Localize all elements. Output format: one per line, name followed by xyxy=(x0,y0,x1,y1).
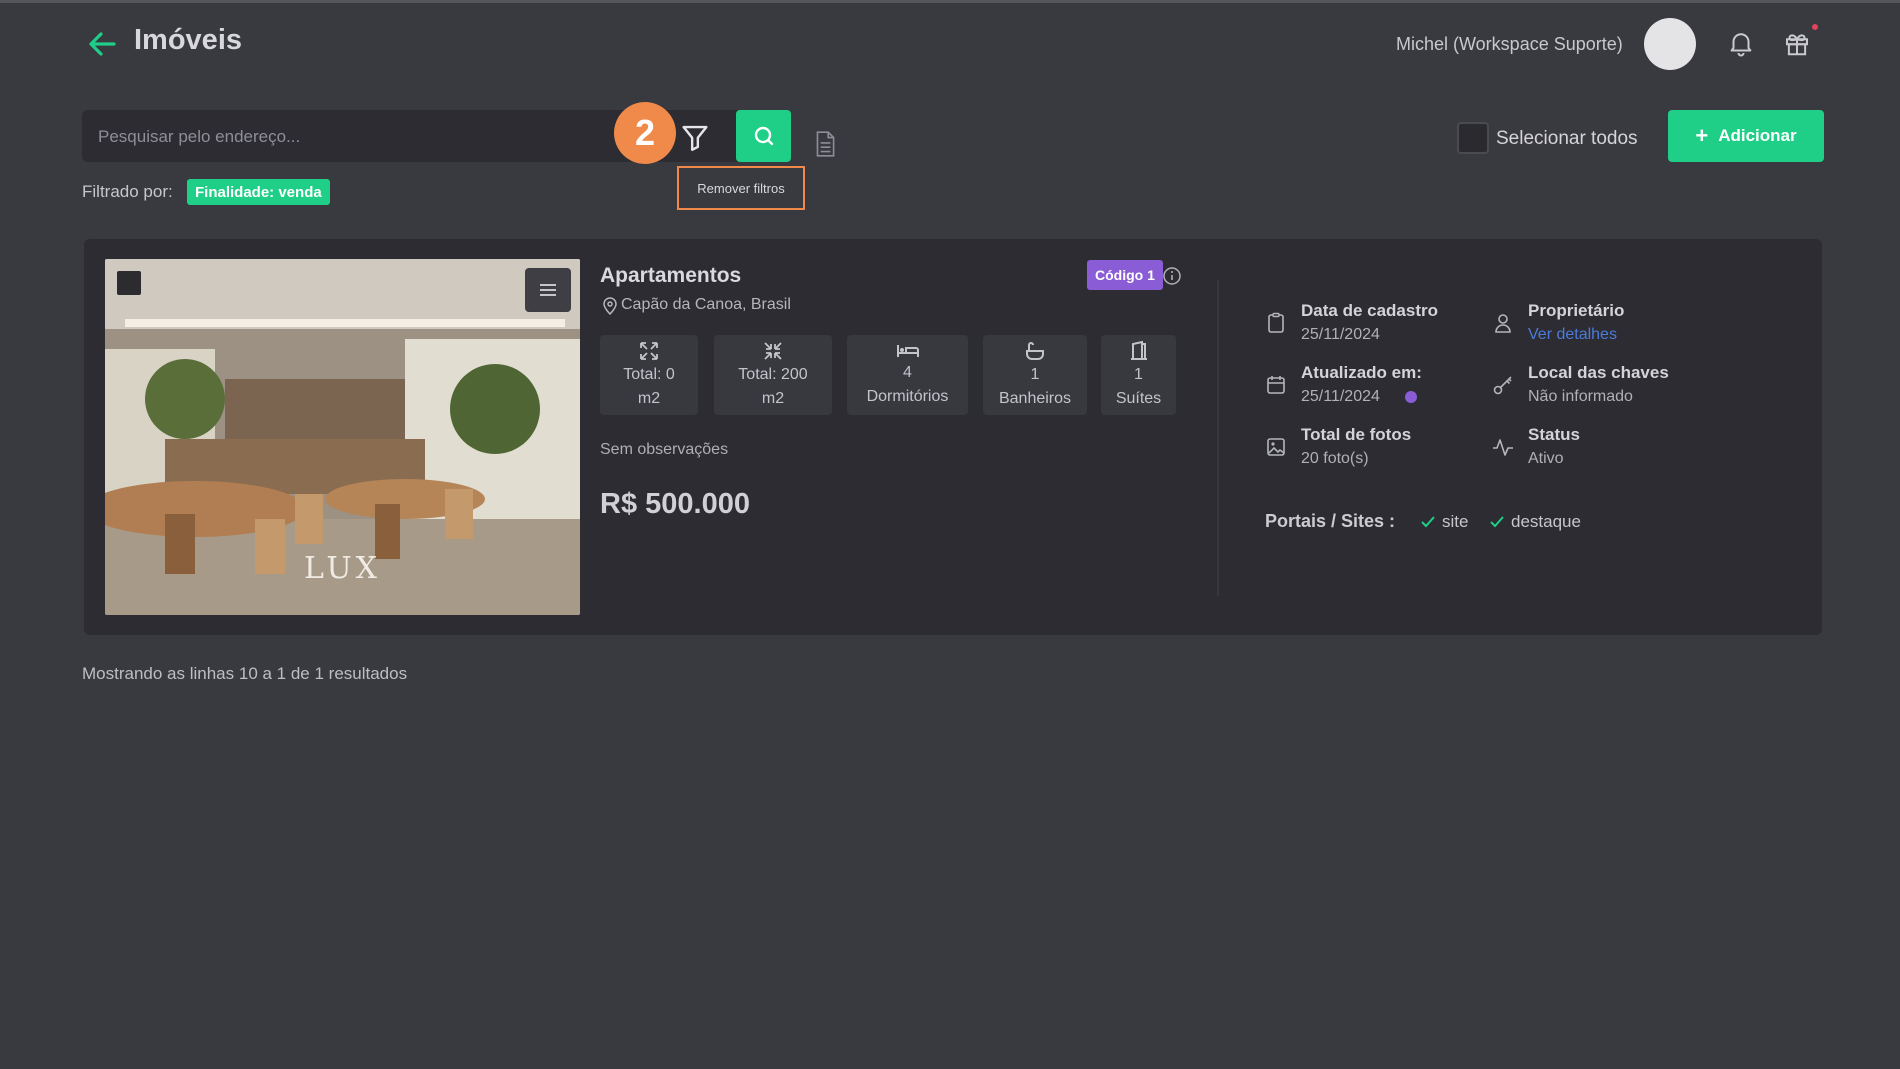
feature-unit: m2 xyxy=(637,390,661,407)
updated-status-dot xyxy=(1405,391,1417,403)
feature-total-area: Total: 0 m2 xyxy=(600,335,698,415)
search-button[interactable] xyxy=(736,110,791,162)
user-name[interactable]: Michel (Workspace Suporte) xyxy=(1396,34,1623,55)
compress-icon xyxy=(764,342,782,360)
top-border xyxy=(0,0,1900,3)
gift-icon[interactable] xyxy=(1782,28,1812,58)
feature-unit: Suítes xyxy=(1115,390,1162,407)
select-all-checkbox[interactable] xyxy=(1457,122,1489,154)
search-box xyxy=(82,110,782,164)
step-badge: 2 xyxy=(614,102,676,164)
feature-useful-area: Total: 200 m2 xyxy=(714,335,832,415)
avatar[interactable] xyxy=(1644,18,1696,70)
feature-value: 1 xyxy=(1030,366,1040,383)
info-icon[interactable] xyxy=(1162,266,1182,286)
card-divider xyxy=(1217,280,1219,596)
keys-label: Local das chaves xyxy=(1528,363,1669,382)
price: R$ 500.000 xyxy=(600,488,750,520)
property-location: Capão da Canoa, Brasil xyxy=(621,296,791,313)
status-label: Status xyxy=(1528,425,1580,444)
menu-icon xyxy=(540,284,556,296)
bathtub-icon xyxy=(1026,342,1044,360)
feature-suites: 1 Suítes xyxy=(1101,335,1176,415)
expand-icon xyxy=(640,342,658,360)
add-button[interactable]: + Adicionar xyxy=(1668,110,1824,162)
portals-label: Portais / Sites : xyxy=(1265,511,1396,531)
key-icon xyxy=(1492,374,1514,396)
filter-icon[interactable] xyxy=(678,120,712,154)
image-icon xyxy=(1265,436,1287,458)
document-icon[interactable] xyxy=(812,130,838,158)
status-value: Ativo xyxy=(1528,450,1564,467)
keys-value: Não informado xyxy=(1528,388,1633,405)
feature-value: Total: 0 xyxy=(623,366,675,383)
card-checkbox[interactable] xyxy=(117,271,141,295)
notification-dot xyxy=(1812,24,1818,30)
back-arrow-icon[interactable] xyxy=(86,28,118,60)
feature-bedrooms: 4 Dormitórios xyxy=(847,335,968,415)
feature-bathrooms: 1 Banheiros xyxy=(983,335,1087,415)
search-icon xyxy=(754,126,773,146)
feature-value: 1 xyxy=(1134,366,1143,383)
updated-label: Atualizado em: xyxy=(1301,363,1422,382)
observations: Sem observações xyxy=(600,441,729,458)
feature-value: Total: 200 xyxy=(738,366,808,383)
results-summary: Mostrando as linhas 10 a 1 de 1 resultad… xyxy=(82,664,408,683)
filtered-by-label: Filtrado por: xyxy=(82,182,173,201)
plus-icon: + xyxy=(1695,123,1709,148)
check-icon xyxy=(1490,516,1504,528)
clipboard-icon xyxy=(1265,312,1287,334)
property-type[interactable]: Apartamentos xyxy=(600,264,741,288)
feature-unit: m2 xyxy=(761,390,785,407)
portal-site: site xyxy=(1420,512,1468,532)
select-all-label[interactable]: Selecionar todos xyxy=(1496,128,1638,150)
card-menu-button[interactable] xyxy=(525,268,571,312)
updated-value: 25/11/2024 xyxy=(1301,388,1380,405)
add-button-label: Adicionar xyxy=(1718,126,1797,145)
photo-logo: LUX xyxy=(304,551,381,586)
portal-name: site xyxy=(1442,512,1469,531)
user-icon xyxy=(1492,312,1514,334)
registered-label: Data de cadastro xyxy=(1301,301,1438,320)
page-title: Imóveis xyxy=(134,24,242,56)
location-pin-icon xyxy=(602,297,618,315)
filter-chip[interactable]: Finalidade: venda xyxy=(187,179,330,205)
bell-icon[interactable] xyxy=(1726,28,1756,58)
feature-unit: Dormitórios xyxy=(866,388,949,405)
search-input[interactable] xyxy=(96,110,690,164)
photos-value: 20 foto(s) xyxy=(1301,450,1369,467)
feature-unit: Banheiros xyxy=(998,390,1072,407)
door-icon xyxy=(1130,341,1147,360)
owner-details-link[interactable]: Ver detalhes xyxy=(1528,326,1617,344)
photos-label: Total de fotos xyxy=(1301,425,1412,444)
portal-name: destaque xyxy=(1511,512,1581,531)
owner-label: Proprietário xyxy=(1528,301,1625,320)
property-photo[interactable]: LUX xyxy=(105,259,580,615)
code-badge: Código 1 xyxy=(1087,260,1163,290)
calendar-icon xyxy=(1265,374,1287,396)
check-icon xyxy=(1421,516,1435,528)
registered-value: 25/11/2024 xyxy=(1301,326,1380,343)
feature-value: 4 xyxy=(903,364,912,381)
bed-icon xyxy=(896,345,919,357)
activity-icon xyxy=(1492,436,1514,458)
portal-highlight: destaque xyxy=(1489,512,1581,532)
remove-filters-tooltip[interactable]: Remover filtros xyxy=(677,166,805,210)
